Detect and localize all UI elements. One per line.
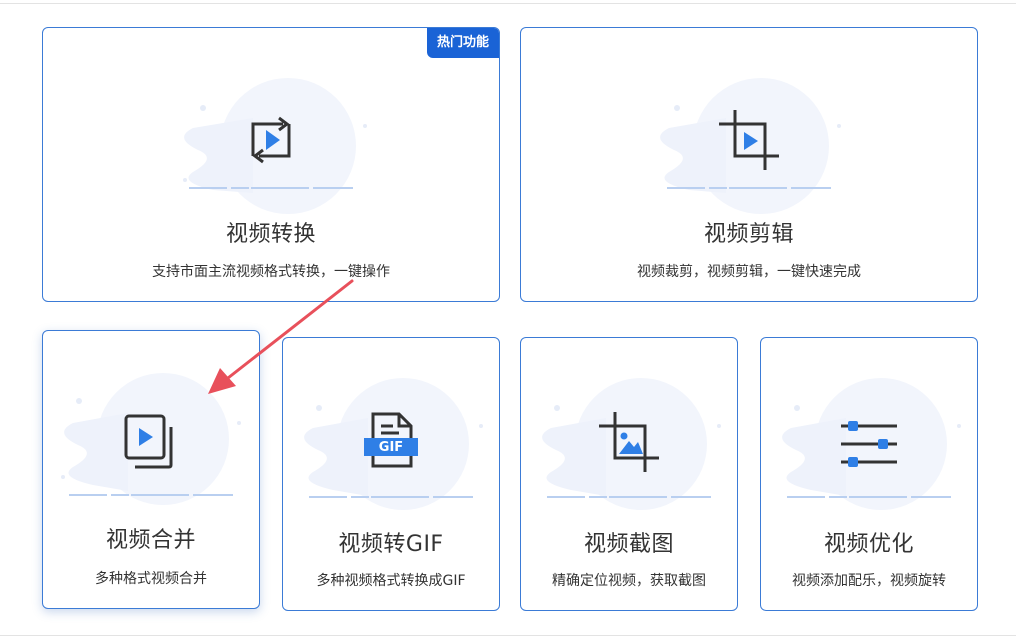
card-title: 视频转GIF [338,532,444,557]
top-divider [0,3,1016,4]
card-title: 视频截图 [583,532,674,557]
card-description: 精确定位视频，获取截图 [552,573,706,589]
card-title: 视频剪辑 [703,222,794,247]
sliders-icon [841,421,897,467]
screenshot-crop-icon [599,412,659,472]
card-description: 多种视频格式转换成GIF [316,573,466,589]
card-title: 视频优化 [823,532,914,557]
card-video-screenshot[interactable]: 视频截图 精确定位视频，获取截图 [520,337,738,611]
underline-decoration [787,496,951,498]
underline-decoration [547,496,711,498]
card-title: 视频合并 [105,528,196,553]
card-video-merge[interactable]: 视频合并 多种格式视频合并 [42,330,260,609]
card-description: 支持市面主流视频格式转换，一键操作 [152,264,390,280]
crop-icon [719,110,779,170]
underline-decoration [189,187,353,189]
underline-decoration [69,494,233,496]
underline-decoration [309,496,473,498]
card-description: 视频添加配乐，视频旋转 [792,573,946,589]
card-video-convert[interactable]: 热门功能 视频转换 支持市面主流视频格式转换，一键操作 [42,27,500,302]
hot-feature-badge: 热门功能 [426,28,499,58]
underline-decoration [667,187,831,189]
card-description: 多种格式视频合并 [95,571,207,587]
convert-icon [251,116,291,164]
gif-label: GIF [378,440,404,455]
card-description: 视频裁剪，视频剪辑，一键快速完成 [637,264,861,280]
card-title: 视频转换 [225,222,316,247]
merge-icon [124,414,173,469]
card-video-edit[interactable]: 视频剪辑 视频裁剪，视频剪辑，一键快速完成 [520,27,978,302]
card-video-to-gif[interactable]: GIF 视频转GIF 多种视频格式转换成GIF [282,337,500,611]
bottom-divider [0,635,1016,636]
card-video-optimize[interactable]: 视频优化 视频添加配乐，视频旋转 [760,337,978,611]
